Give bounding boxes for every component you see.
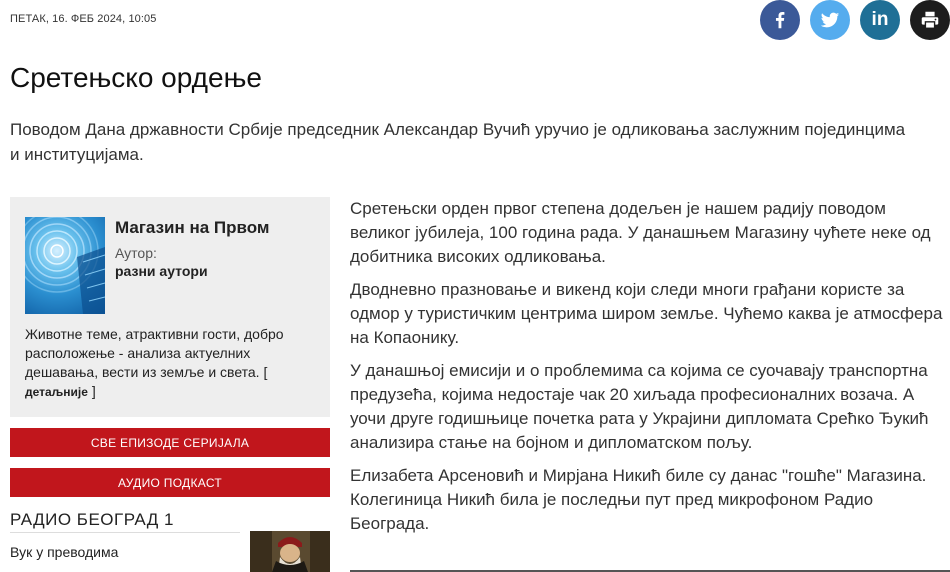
all-episodes-button[interactable]: СВЕ ЕПИЗОДЕ СЕРИЈАЛА (10, 428, 330, 457)
show-cover-image[interactable] (25, 217, 105, 314)
article-lead: Поводом Дана државности Србије председни… (10, 120, 906, 164)
author-label: Аутор: (115, 245, 157, 261)
article-date: ПЕТАК, 16. ФЕБ 2024, 10:05 (10, 13, 157, 25)
audio-podcast-button[interactable]: АУДИО ПОДКАСТ (10, 468, 330, 497)
twitter-icon (820, 12, 840, 28)
related-episode-thumbnail[interactable] (250, 531, 330, 572)
show-description-bracket: ] (87, 383, 96, 399)
article-paragraph: Елизабета Арсеновић и Мирјана Никић биле… (350, 466, 927, 533)
linkedin-icon: in (871, 9, 889, 30)
share-bar: in (760, 0, 950, 40)
print-button[interactable] (910, 0, 950, 40)
divider (10, 532, 240, 533)
facebook-share-button[interactable] (760, 0, 800, 40)
show-info-box: Магазин на Првом Аутор: разни аутори Жив… (10, 197, 330, 417)
station-heading: РАДИО БЕОГРАД 1 (10, 510, 175, 529)
linkedin-share-button[interactable]: in (860, 0, 900, 40)
article-paragraph: Сретењски орден првог степена додељен је… (350, 199, 931, 266)
author-name: разни аутори (115, 263, 208, 279)
print-icon (921, 11, 939, 29)
article-body: Сретењски орден првог степена додељен је… (350, 197, 950, 545)
twitter-share-button[interactable] (810, 0, 850, 40)
article-title: Сретењско ордење (10, 62, 262, 93)
related-episode-link[interactable]: Вук у преводима (10, 544, 118, 560)
article-paragraph: У данашњој емисији и о проблемима са кој… (350, 361, 929, 452)
show-description-text: Животне теме, атрактивни гости, добро ра… (25, 326, 284, 380)
show-description: Животне теме, атрактивни гости, добро ра… (25, 325, 320, 402)
facebook-icon (775, 12, 785, 29)
show-name[interactable]: Магазин на Првом (115, 218, 269, 238)
article-paragraph: Дводневно празновање и викенд који следи… (350, 280, 943, 347)
details-link[interactable]: детаљније (25, 385, 88, 399)
